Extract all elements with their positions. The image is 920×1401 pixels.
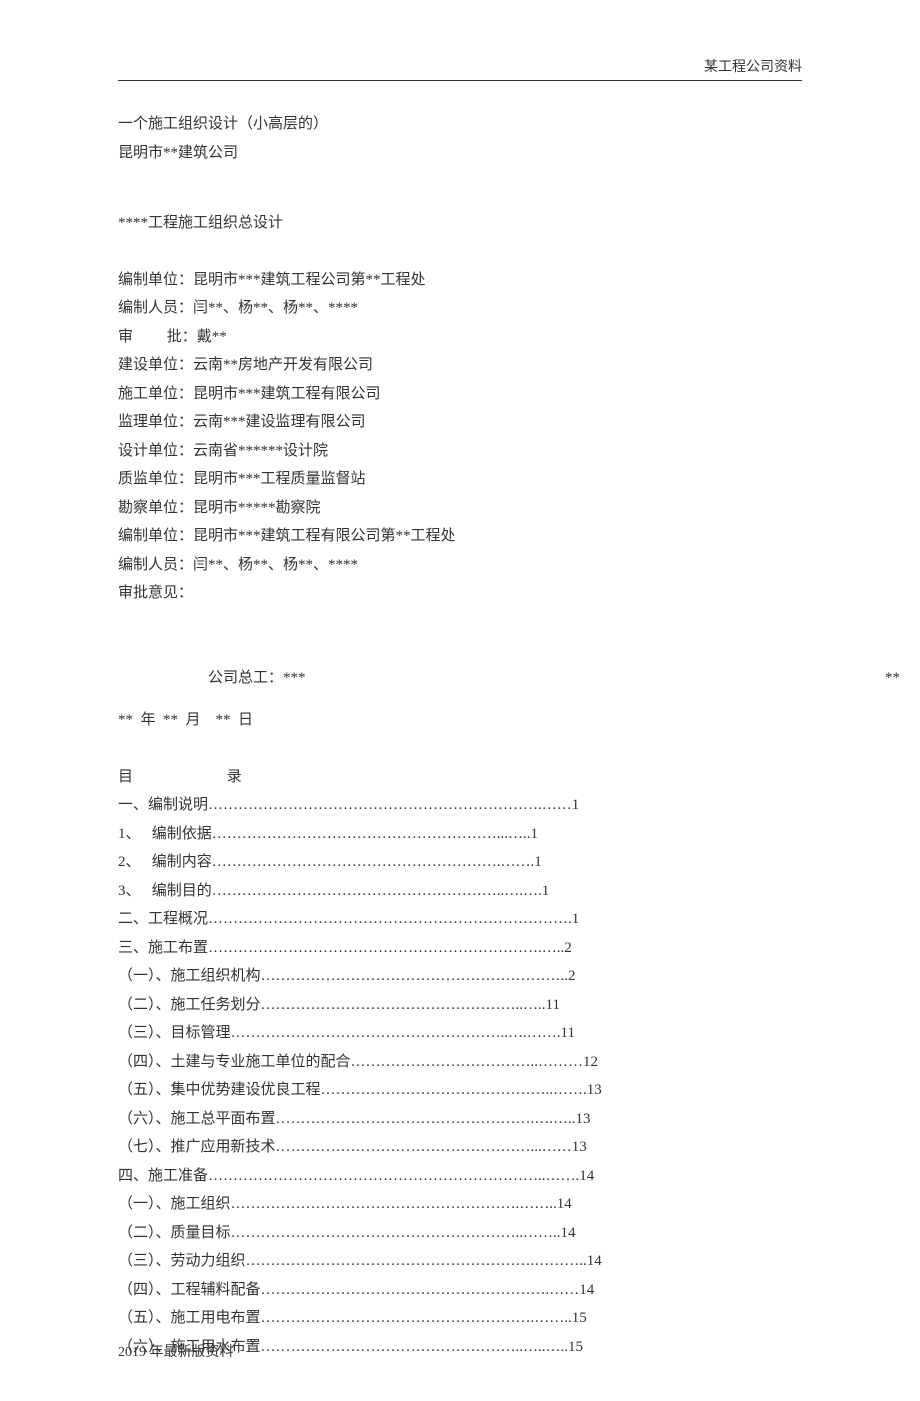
toc-item: （五）、施工用电布置……………………………………………….……..15 (118, 1304, 802, 1333)
body-line: 编制单位：昆明市***建筑工程公司第**工程处 (118, 266, 802, 295)
document-body: 一个施工组织设计（小高层的） 昆明市**建筑公司 ****工程施工组织总设计 编… (118, 110, 802, 1361)
toc-item: 二、工程概况……………………………………………………………….1 (118, 905, 802, 934)
toc-item: （二）、施工任务划分……………………………………………..…..11 (118, 991, 802, 1020)
body-line: 审 批：戴** (118, 323, 802, 352)
toc-item: （六）、施工总平面布置…………………………………………….….…..13 (118, 1105, 802, 1134)
body-line: ****工程施工组织总设计 (118, 209, 802, 238)
header-company-label: 某工程公司资料 (704, 56, 802, 76)
toc-item: （一）、施工组织………………………………………………….……..14 (118, 1190, 802, 1219)
footer-version-label: 2019 年最新版资料 (118, 1341, 234, 1361)
toc-item: 3、 编制目的…………………………………………………..….….1 (118, 877, 802, 906)
body-line: 建设单位：云南**房地产开发有限公司 (118, 351, 802, 380)
toc-item: （四）、工程辅料配备………………………………………………….……14 (118, 1276, 802, 1305)
toc-item: 三、施工布置………………………………………………………….…..2 (118, 934, 802, 963)
toc-item: （三）、目标管理………………………………………………..….…….11 (118, 1019, 802, 1048)
toc-item: （四）、土建与专业施工单位的配合………………………………..………12 (118, 1048, 802, 1077)
body-line: 编制人员：闫**、杨**、杨**、**** (118, 551, 802, 580)
toc-item: （三）、劳动力组织………………………………………………….………..14 (118, 1247, 802, 1276)
date-line: ** 年 ** 月 ** 日 (118, 706, 802, 735)
toc-item: （二）、质量目标…………………………………………………..……..14 (118, 1219, 802, 1248)
body-line: 审批意见： (118, 579, 802, 608)
toc-item: 1、 编制依据…………………………………………………...…..1 (118, 820, 802, 849)
body-line: 一个施工组织设计（小高层的） (118, 110, 802, 139)
body-line: 质监单位：昆明市***工程质量监督站 (118, 465, 802, 494)
toc-item: （七）、推广应用新技术……………………………………………...……13 (118, 1133, 802, 1162)
chief-right-mark: ** (885, 664, 900, 693)
toc-item: （一）、施工组织机构……………………………………………………..2 (118, 962, 802, 991)
body-line: 施工单位：昆明市***建筑工程有限公司 (118, 380, 802, 409)
body-line: 昆明市**建筑公司 (118, 139, 802, 168)
toc-item: 四、施工准备…………………………………………………………..…….14 (118, 1162, 802, 1191)
body-line: 编制人员：闫**、杨**、杨**、**** (118, 294, 802, 323)
body-line: 勘察单位：昆明市*****勘察院 (118, 494, 802, 523)
body-line: 编制单位：昆明市***建筑工程有限公司第**工程处 (118, 522, 802, 551)
chief-engineer-label: 公司总工：*** (118, 664, 306, 693)
body-line: 监理单位：云南***建设监理有限公司 (118, 408, 802, 437)
header-divider (118, 80, 802, 81)
body-line: 设计单位：云南省******设计院 (118, 437, 802, 466)
toc-title: 目 录 (118, 763, 802, 792)
toc-item: 2、 编制内容………………………………………………….…….1 (118, 848, 802, 877)
toc-item: （五）、集中优势建设优良工程………………………………………..…….13 (118, 1076, 802, 1105)
toc-item: 一、编制说明………………………………………………………….……1 (118, 791, 802, 820)
